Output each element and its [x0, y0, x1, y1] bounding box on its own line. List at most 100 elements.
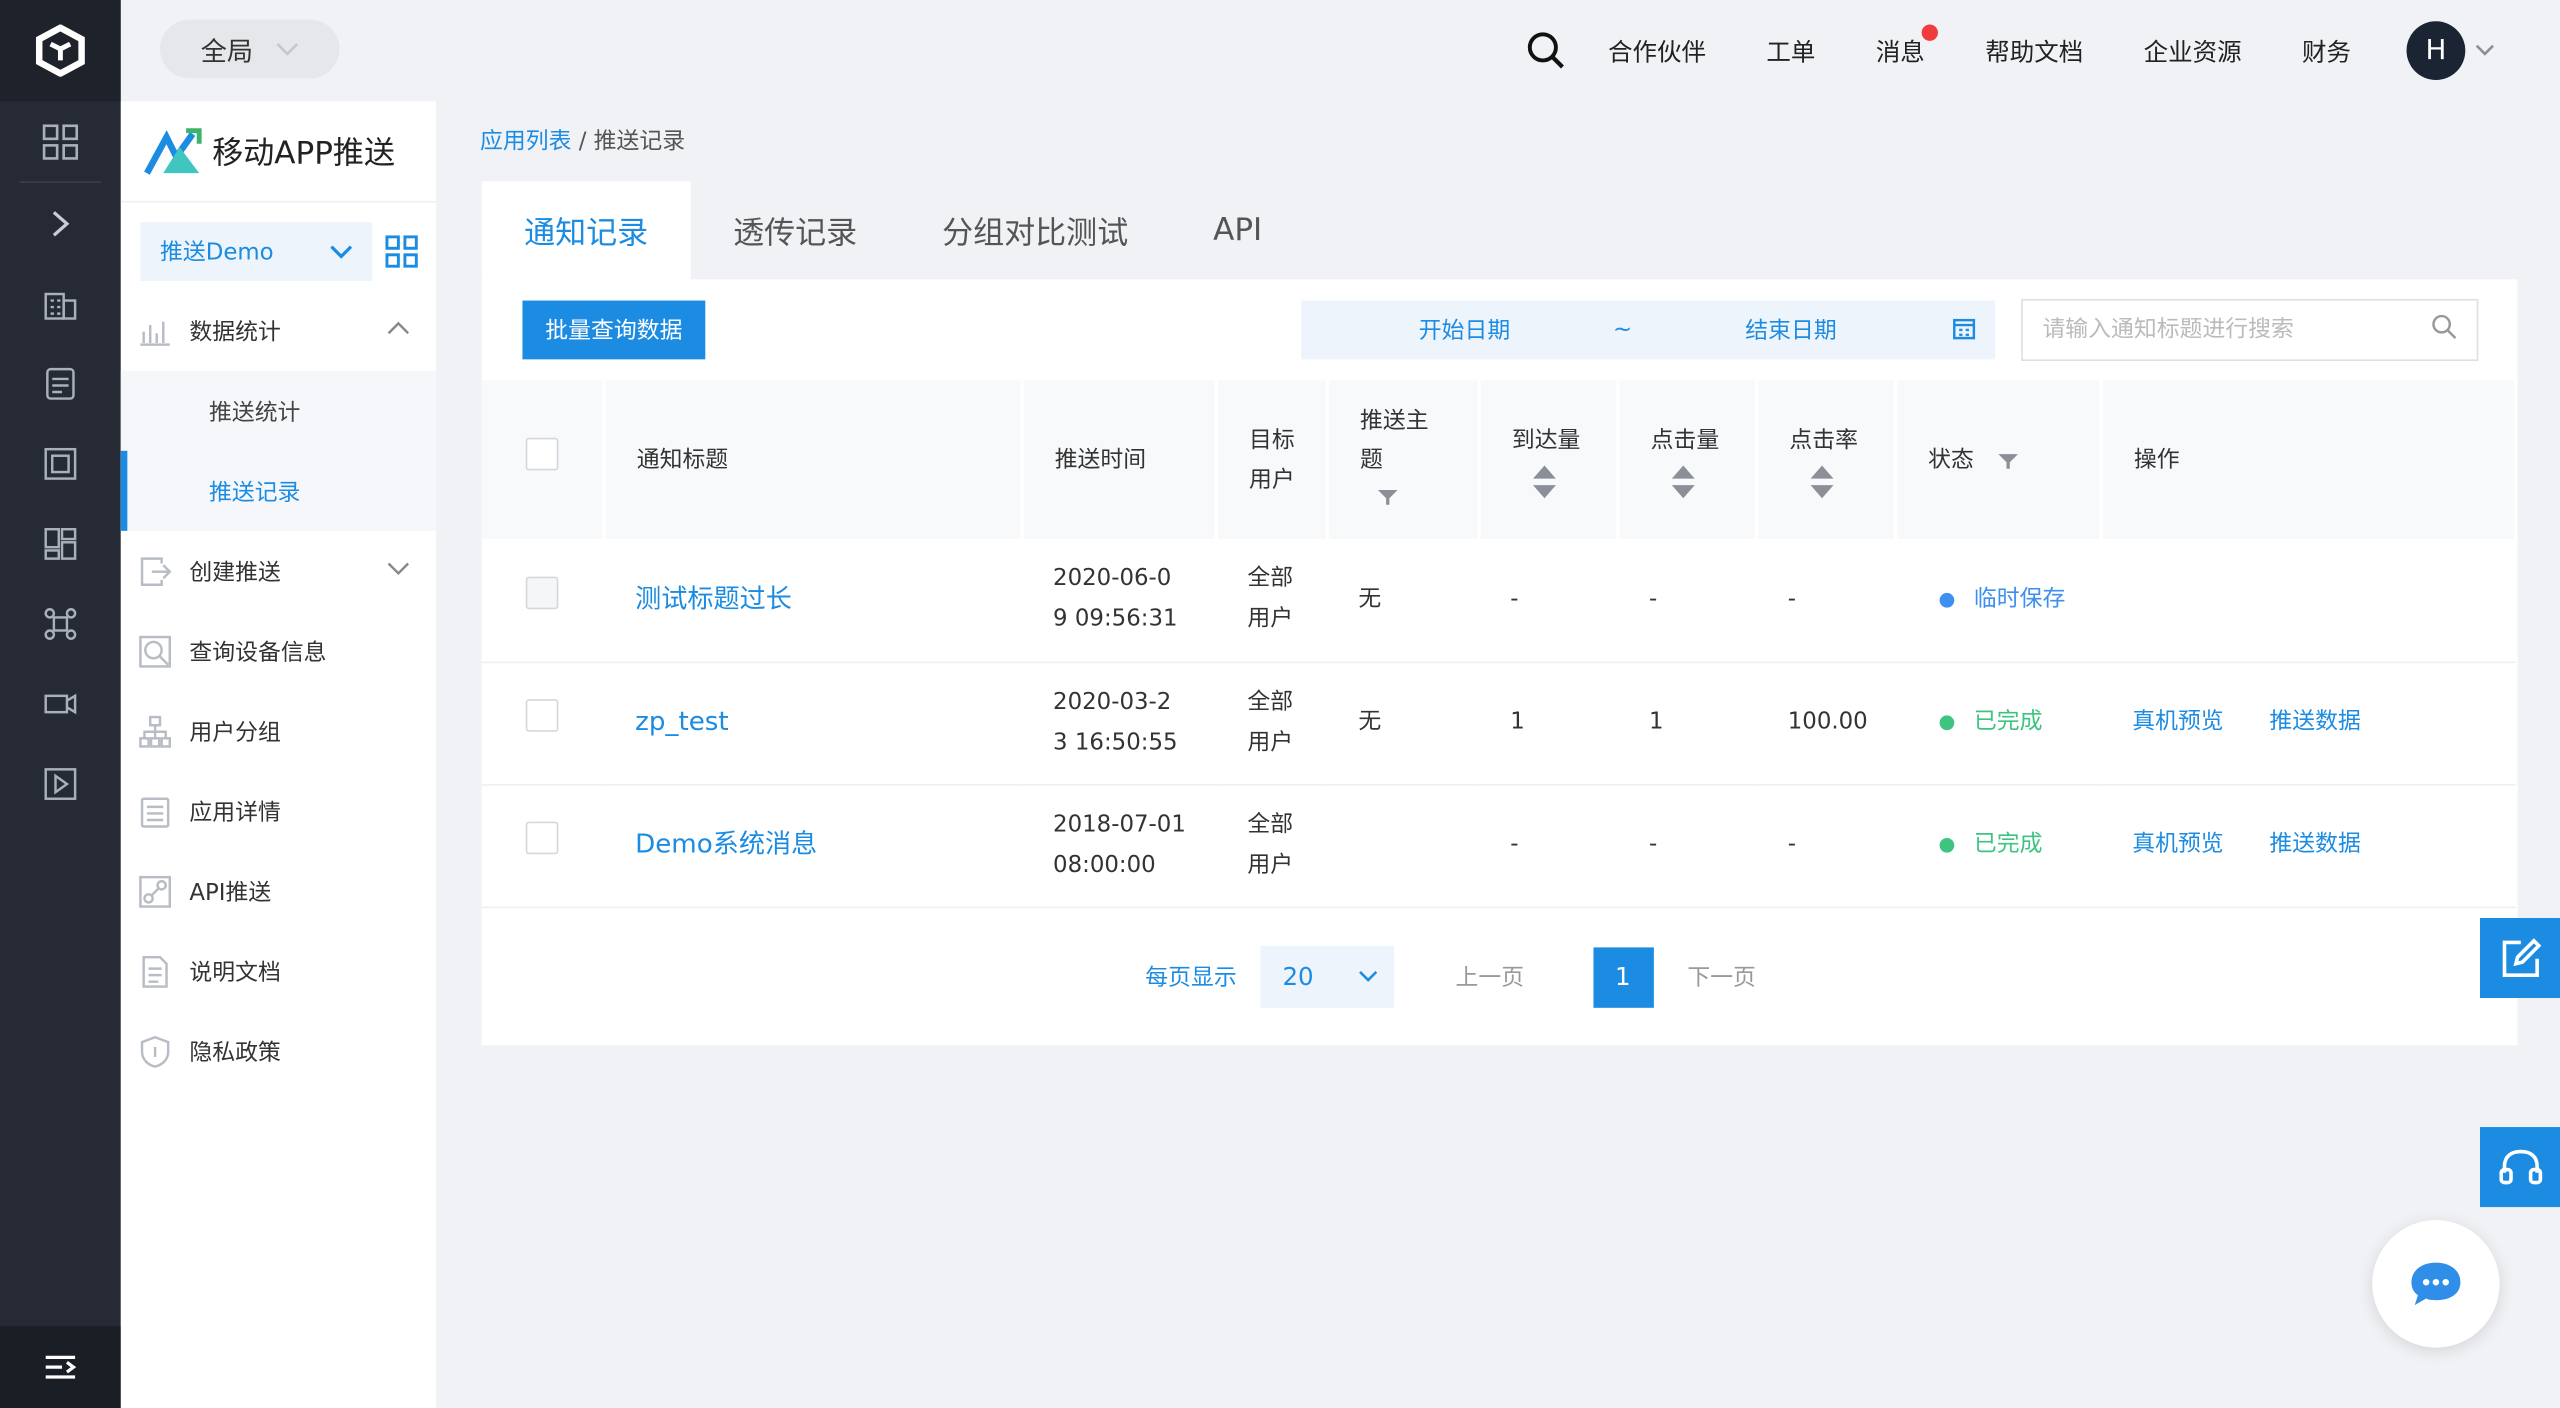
tab-passthrough-records[interactable]: 透传记录	[691, 181, 900, 279]
rail-dashboard-icon[interactable]	[0, 503, 121, 583]
cell-title: 测试标题过长	[604, 539, 1023, 663]
row-checkbox[interactable]	[525, 699, 559, 732]
search-icon[interactable]	[1526, 31, 1565, 70]
select-all-checkbox[interactable]	[525, 436, 559, 470]
tab-api[interactable]: API	[1171, 181, 1305, 279]
col-target: 目标用户	[1216, 380, 1329, 540]
cell-status: 已完成	[1895, 784, 2102, 908]
notification-title-link[interactable]: zp_test	[635, 706, 729, 737]
calendar-icon[interactable]	[1953, 317, 1976, 346]
menu-label: 应用详情	[189, 799, 281, 826]
select-all-cell	[481, 380, 606, 540]
chat-bubble-icon	[2411, 1262, 2461, 1306]
avatar[interactable]: H	[2406, 21, 2466, 81]
rail-database-icon[interactable]	[0, 343, 121, 423]
search-icon[interactable]	[2431, 314, 2457, 347]
status-dot	[1939, 592, 1955, 608]
chevron-down-icon[interactable]	[2475, 44, 2495, 57]
rail-chip-icon[interactable]	[0, 423, 121, 503]
push-data-link[interactable]: 推送数据	[2269, 831, 2360, 857]
rail-building-icon[interactable]	[0, 263, 121, 343]
date-range-picker[interactable]: 开始日期 ~ 结束日期	[1301, 300, 1996, 360]
sort-icon[interactable]	[1531, 463, 1557, 499]
title-search-input[interactable]	[2042, 316, 2432, 344]
headset-icon	[2498, 1148, 2542, 1184]
next-page-button[interactable]: 下一页	[1687, 960, 1756, 993]
product-brand: 移动APP推送	[120, 101, 436, 203]
preview-device-link[interactable]: 真机预览	[2132, 709, 2223, 735]
rail-command-icon[interactable]	[0, 583, 121, 663]
chevron-down-icon	[1358, 970, 1377, 982]
menu-label: 隐私政策	[189, 1039, 281, 1066]
row-checkbox[interactable]	[525, 576, 559, 609]
status-badge: 临时保存	[1973, 585, 2066, 613]
rail-video-icon[interactable]	[0, 663, 121, 743]
row-checkbox[interactable]	[525, 821, 559, 855]
tab-ab-test[interactable]: 分组对比测试	[900, 181, 1171, 279]
menu-docs[interactable]: 说明文档	[121, 931, 436, 1011]
scope-selector[interactable]: 全局	[159, 19, 340, 79]
col-target-label: 目标用户	[1248, 427, 1295, 493]
prev-page-button[interactable]: 上一页	[1456, 960, 1525, 993]
rail-play-icon[interactable]	[0, 743, 121, 823]
nav-finance[interactable]: 财务	[2302, 33, 2351, 67]
preview-device-link[interactable]: 真机预览	[2132, 831, 2223, 857]
app-selector-value: 推送Demo	[159, 240, 274, 267]
app-selector[interactable]: 推送Demo	[140, 222, 373, 281]
rail-collapse-icon[interactable]	[0, 1326, 121, 1408]
menu-push-stats[interactable]: 推送统计	[120, 370, 436, 451]
menu-data-stats[interactable]: 数据统计	[121, 291, 436, 371]
batch-query-button[interactable]: 批量查询数据	[522, 300, 706, 360]
sort-icon[interactable]	[1809, 463, 1835, 499]
nav-partners[interactable]: 合作伙伴	[1608, 33, 1706, 67]
cell-target-line: 用户	[1247, 851, 1294, 878]
menu-push-records[interactable]: 推送记录	[120, 450, 436, 531]
nav-tickets[interactable]: 工单	[1766, 33, 1815, 67]
chat-assistant-button[interactable]	[2372, 1220, 2500, 1348]
nav-messages-label: 消息	[1875, 36, 1925, 67]
menu-create-push[interactable]: 创建推送	[121, 531, 436, 611]
feedback-button[interactable]	[2479, 917, 2560, 999]
record-tabs: 通知记录 透传记录 分组对比测试 API	[481, 181, 1305, 280]
chevron-down-icon	[387, 562, 410, 576]
per-page-select[interactable]: 20	[1259, 945, 1394, 1008]
nav-enterprise[interactable]: 企业资源	[2144, 33, 2242, 67]
filter-icon[interactable]	[1997, 450, 2020, 470]
notification-title-link[interactable]: Demo系统消息	[635, 828, 817, 859]
support-button[interactable]	[2479, 1127, 2560, 1208]
status-badge: 已完成	[1973, 708, 2043, 736]
chart-icon	[137, 313, 173, 349]
push-data-link[interactable]: 推送数据	[2269, 709, 2360, 735]
breadcrumb: 应用列表 / 推送记录	[480, 124, 685, 157]
push-logo-icon	[144, 127, 202, 174]
sort-icon[interactable]	[1670, 463, 1696, 499]
menu-app-detail[interactable]: 应用详情	[121, 771, 436, 851]
date-start[interactable]: 开始日期	[1301, 314, 1628, 347]
cell-rate: -	[1756, 539, 1896, 663]
menu-label: 查询设备信息	[189, 639, 327, 666]
cube-logo-icon	[35, 24, 85, 77]
menu-user-group[interactable]: 用户分组	[121, 691, 436, 771]
breadcrumb-parent[interactable]: 应用列表	[480, 129, 571, 155]
nav-messages[interactable]: 消息	[1875, 23, 1938, 67]
nav-help-docs[interactable]: 帮助文档	[1985, 33, 2083, 67]
filter-icon[interactable]	[1376, 486, 1399, 506]
date-end[interactable]: 结束日期	[1628, 314, 1955, 347]
menu-device-query[interactable]: 查询设备信息	[121, 611, 436, 691]
cloud-logo[interactable]	[0, 0, 121, 102]
col-arrive: 到达量	[1479, 380, 1620, 540]
menu-api-push[interactable]: API推送	[121, 851, 436, 931]
rail-grid-icon[interactable]	[0, 101, 121, 181]
shield-icon	[137, 1033, 173, 1069]
page-number-current[interactable]: 1	[1592, 946, 1654, 1007]
app-grid-icon[interactable]	[385, 235, 418, 268]
cell-time-line: 08:00:00	[1053, 851, 1156, 878]
menu-privacy[interactable]: 隐私政策	[121, 1011, 436, 1091]
cell-ops: 真机预览 推送数据	[2101, 661, 2516, 785]
rail-expand-icon[interactable]	[0, 183, 121, 263]
col-status-label: 状态	[1928, 446, 1974, 473]
tab-notification-records[interactable]: 通知记录	[481, 181, 691, 280]
notification-title-link[interactable]: 测试标题过长	[635, 583, 792, 614]
col-arrive-label: 到达量	[1511, 427, 1581, 454]
cell-target: 全部 用户	[1216, 539, 1328, 663]
